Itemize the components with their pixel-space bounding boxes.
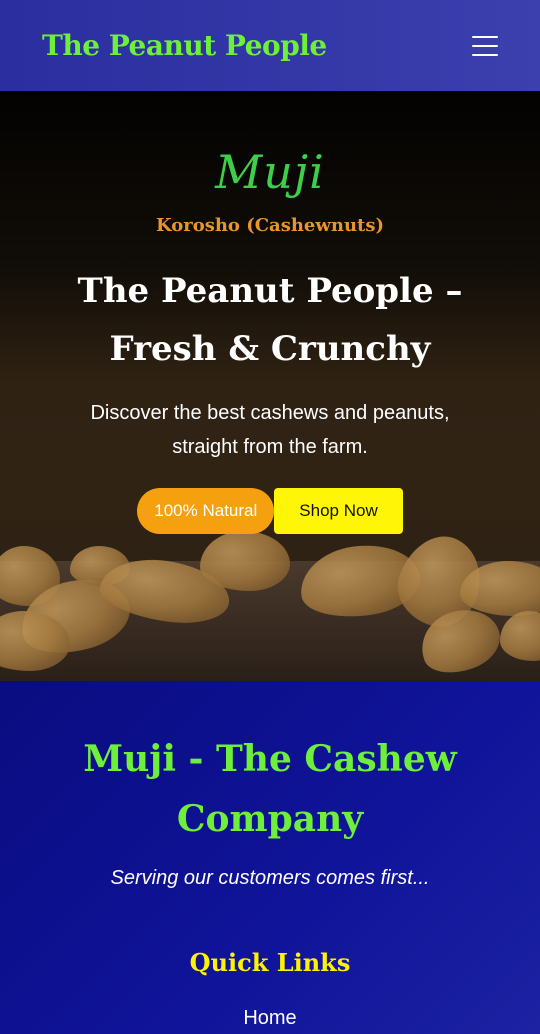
hero-description: Discover the best cashews and peanuts, s… [90, 402, 450, 458]
company-title: Muji - The Cashew Company [83, 738, 457, 840]
muji-logo: Muji [215, 145, 325, 199]
company-tagline: Serving our customers comes first... [110, 867, 430, 889]
natural-badge: 100% Natural [137, 488, 275, 534]
about-section: Muji - The Cashew Company Serving our cu… [0, 681, 540, 1034]
shop-now-button[interactable]: Shop Now [274, 488, 403, 534]
brand-title[interactable]: The Peanut People [42, 29, 327, 62]
quick-link-home[interactable]: Home [0, 1007, 540, 1030]
quick-links-heading: Quick Links [189, 948, 351, 977]
hero-title: The Peanut People – Fresh & Crunchy [77, 271, 463, 369]
peanut-image [200, 531, 290, 591]
hamburger-menu-icon[interactable] [472, 35, 498, 57]
hero-section: Muji Korosho (Cashewnuts) The Peanut Peo… [0, 91, 540, 681]
hero-subtitle: Korosho (Cashewnuts) [155, 215, 385, 236]
site-header: The Peanut People [0, 0, 540, 91]
